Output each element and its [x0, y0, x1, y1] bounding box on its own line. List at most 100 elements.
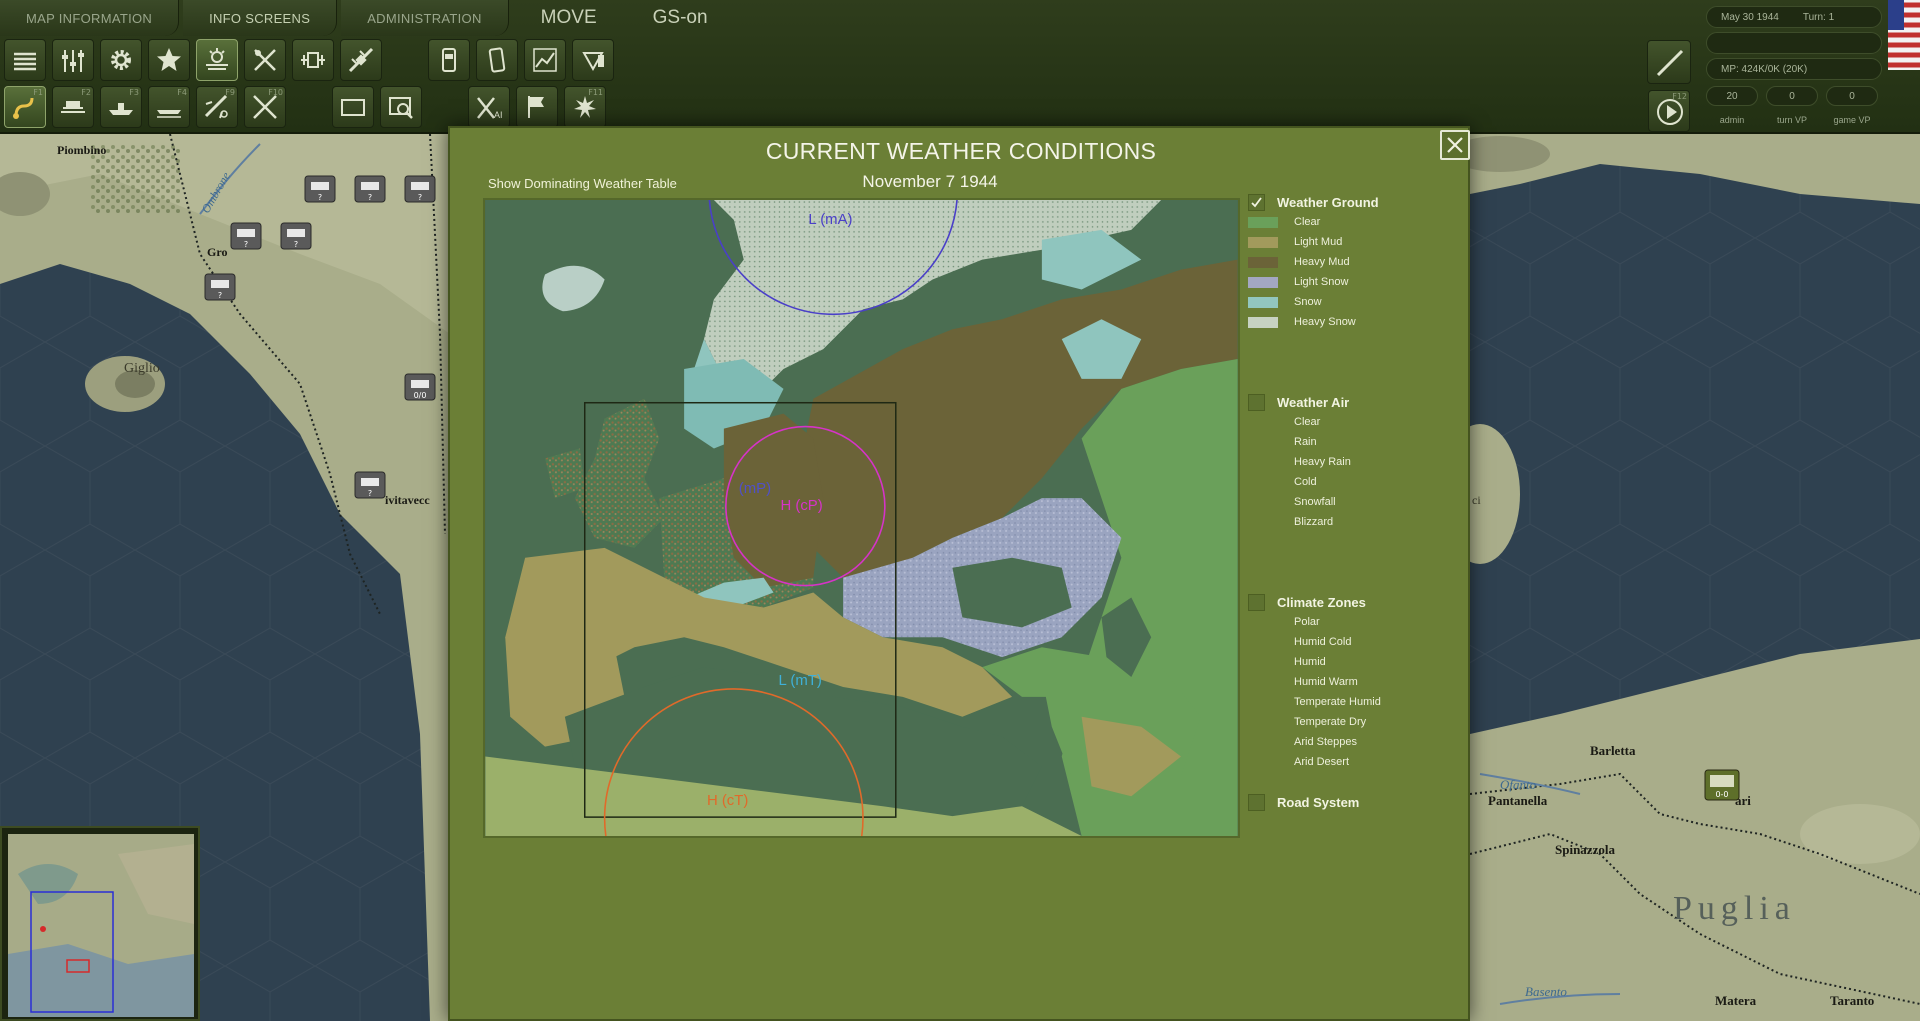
layers-button[interactable]: [4, 39, 46, 81]
draw-button[interactable]: [1647, 40, 1691, 84]
airdrop-icon: [348, 47, 374, 73]
rectangle-select-button[interactable]: [332, 86, 374, 128]
label-piombino: Piombino: [57, 143, 106, 157]
unit-counter[interactable]: 0/0: [404, 373, 436, 401]
ai-button[interactable]: AI: [468, 86, 510, 128]
card-tilt-icon: [488, 47, 506, 73]
naval-move-button[interactable]: F3: [100, 86, 142, 128]
climate-zones-checkbox[interactable]: [1248, 593, 1265, 611]
legend-item: Snowfall: [1294, 496, 1336, 508]
legend-weather-air: Weather Air Clear Rain Heavy Rain Cold S…: [1248, 392, 1458, 532]
favorites-button[interactable]: [148, 39, 190, 81]
supply-button[interactable]: [244, 39, 286, 81]
move-mode-label[interactable]: MOVE: [513, 0, 625, 36]
legend-swatch-heavy-snow: [1248, 316, 1278, 328]
sliders-icon: [62, 50, 84, 72]
toolbar-row-1: [4, 39, 614, 81]
tab-administration[interactable]: ADMINISTRATION: [341, 0, 509, 36]
legend-item: Temperate Dry: [1294, 716, 1367, 728]
weather-button[interactable]: [196, 39, 238, 81]
pencil-icon: [1656, 49, 1684, 77]
label-gro: Gro: [207, 245, 227, 259]
weather-air-checkbox[interactable]: [1248, 393, 1265, 411]
main-menu: MAP INFORMATION INFO SCREENS ADMINISTRAT…: [0, 0, 736, 36]
flag-button[interactable]: [516, 86, 558, 128]
legend-item: Cold: [1294, 476, 1317, 488]
amphib-move-button[interactable]: F4: [148, 86, 190, 128]
minimap-view[interactable]: [8, 834, 194, 1017]
road-system-checkbox[interactable]: [1248, 793, 1265, 811]
sliders-button[interactable]: [52, 39, 94, 81]
legend-item: Snow: [1248, 292, 1458, 312]
unit-counter[interactable]: ?: [354, 175, 386, 203]
unit-counter[interactable]: ?: [404, 175, 436, 203]
weather-icon: [206, 48, 228, 70]
legend-item: Light Snow: [1248, 272, 1458, 292]
select-zoom-button[interactable]: [380, 86, 422, 128]
legend-item: Humid: [1294, 656, 1326, 668]
star-icon: [157, 48, 181, 71]
air-strike-button[interactable]: F9: [196, 86, 238, 128]
supply-icon: [254, 49, 276, 71]
toolbar-row-2: F1 F2 F3 F4 F9 F10 AI F11: [4, 86, 606, 128]
current-date: May 30 1944: [1721, 11, 1779, 23]
unit-bari[interactable]: 0-0: [1704, 769, 1740, 801]
legend-climate-zones: Climate Zones Polar Humid Cold Humid Hum…: [1248, 592, 1458, 772]
legend-item: Light Mud: [1248, 232, 1458, 252]
legend-item: Clear: [1294, 416, 1321, 428]
climate-zones-toggle[interactable]: Climate Zones: [1248, 592, 1458, 612]
weather-ground-checkbox[interactable]: [1248, 193, 1265, 211]
vehicle-button[interactable]: [292, 39, 334, 81]
weather-map[interactable]: L (mA) (mP) H (cP) L (mT) H (cT): [483, 198, 1240, 838]
legend-item: Arid Desert: [1294, 756, 1350, 768]
air-recon-button[interactable]: F10: [244, 86, 286, 128]
label-giglio: Giglio: [124, 361, 160, 376]
legend-item: Heavy Rain: [1294, 456, 1351, 468]
road-system-toggle[interactable]: Road System: [1248, 792, 1458, 812]
status-panel: May 30 1944 Turn: 1 MP: 424K/0K (20K) 20…: [1700, 2, 1890, 130]
airdrop-button[interactable]: [340, 39, 382, 81]
chart-button[interactable]: [524, 39, 566, 81]
front-label-ct: H (cT): [707, 793, 748, 809]
gs-toggle[interactable]: GS-on: [625, 0, 736, 36]
gear-icon: [111, 50, 131, 70]
label-pantanella: Pantanella: [1488, 793, 1548, 808]
rail-move-button[interactable]: F2: [52, 86, 94, 128]
legend-item: Heavy Snow: [1248, 312, 1458, 332]
close-icon: [1447, 137, 1463, 153]
label-spinazzola: Spinazzola: [1555, 842, 1615, 857]
svg-text:AI: AI: [494, 110, 503, 120]
card-button[interactable]: [428, 39, 470, 81]
checkmark-icon: [1251, 196, 1262, 207]
game-vp-value: 0: [1826, 86, 1878, 106]
unit-counter[interactable]: ?: [304, 175, 336, 203]
label-ofanto: Ofanto: [1500, 777, 1537, 792]
shield-button[interactable]: [572, 39, 614, 81]
explosion-button[interactable]: F11: [564, 86, 606, 128]
next-turn-button[interactable]: F12: [1648, 90, 1690, 132]
us-flag-icon[interactable]: [1888, 0, 1920, 70]
move-path-button[interactable]: F1: [4, 86, 46, 128]
settings-button[interactable]: [100, 39, 142, 81]
weather-ground-toggle[interactable]: Weather Ground: [1248, 192, 1458, 212]
show-weather-table-link[interactable]: Show Dominating Weather Table: [488, 176, 677, 191]
tab-info-screens[interactable]: INFO SCREENS: [183, 0, 338, 36]
chart-icon: [533, 48, 557, 72]
vehicle-icon: [301, 52, 325, 68]
unit-counter[interactable]: ?: [354, 471, 386, 499]
legend-swatch-heavy-mud: [1248, 256, 1278, 268]
front-label-cp: H (cP): [781, 498, 823, 514]
card-tilt-button[interactable]: [476, 39, 518, 81]
close-button[interactable]: [1440, 130, 1470, 160]
flag-icon: [528, 96, 544, 118]
legend-item: Arid Steppes: [1294, 736, 1357, 748]
unit-counter[interactable]: ?: [204, 273, 236, 301]
tab-map-information[interactable]: MAP INFORMATION: [0, 0, 180, 36]
weather-air-toggle[interactable]: Weather Air: [1248, 392, 1458, 412]
unit-counter[interactable]: ?: [280, 222, 312, 250]
svg-text:?: ?: [244, 240, 248, 249]
svg-text:?: ?: [218, 291, 222, 300]
minimap[interactable]: [0, 826, 200, 1021]
legend-item: Clear: [1248, 212, 1458, 232]
unit-counter[interactable]: ?: [230, 222, 262, 250]
